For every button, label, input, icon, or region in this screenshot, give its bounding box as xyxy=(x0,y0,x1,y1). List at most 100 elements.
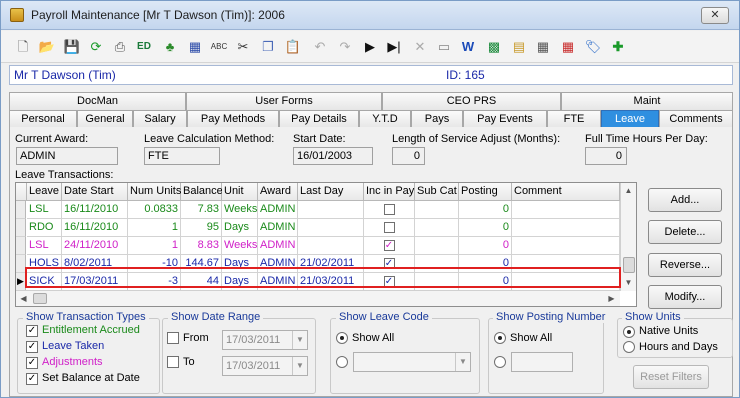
tab-leave[interactable]: Leave xyxy=(601,110,659,128)
cell-num-units[interactable]: 0.0833 xyxy=(128,201,181,219)
inc-in-pay-checkbox[interactable]: ✓ xyxy=(383,275,395,287)
cell-inc-in-pay[interactable]: ✓ xyxy=(364,237,415,255)
column-header-award[interactable]: Award xyxy=(258,183,298,201)
cell-num-units[interactable]: -3 xyxy=(128,273,181,291)
cell-inc-in-pay[interactable] xyxy=(364,219,415,237)
cell-num-units[interactable]: 1 xyxy=(128,219,181,237)
cell-inc-in-pay[interactable]: ✓ xyxy=(364,255,415,273)
date-from-field[interactable]: 17/03/2011 ▼ xyxy=(222,330,308,350)
posting-number-radio[interactable] xyxy=(494,356,506,368)
fte-hours-field[interactable]: 0 xyxy=(585,147,627,165)
leave-code-select-radio[interactable] xyxy=(336,356,348,368)
transaction-type-checkbox[interactable]: ✓ xyxy=(26,373,38,385)
start-date-field[interactable]: 16/01/2003 xyxy=(293,147,373,165)
tab-salary[interactable]: Salary xyxy=(133,110,187,128)
cell-leave[interactable]: LSL xyxy=(27,237,62,255)
notes-icon[interactable]: ▤ xyxy=(510,38,528,56)
inc-in-pay-checkbox[interactable] xyxy=(383,221,395,233)
cell-leave[interactable]: HOLS xyxy=(27,255,62,273)
cell-date-start[interactable]: 17/03/2011 xyxy=(62,273,128,291)
date-to-field[interactable]: 17/03/2011 ▼ xyxy=(222,356,308,376)
cell-sub-cat[interactable] xyxy=(415,219,459,237)
grid-icon[interactable]: ▩ xyxy=(485,38,503,56)
tab-ceo-prs[interactable]: CEO PRS xyxy=(382,92,561,110)
open-folder-icon[interactable]: 📂 xyxy=(38,38,56,56)
cell-last-day[interactable]: 21/03/2011 xyxy=(298,273,364,291)
delete-icon[interactable]: ✕ xyxy=(411,38,429,56)
redo-icon[interactable]: ↷ xyxy=(336,38,354,56)
cell-last-day[interactable] xyxy=(298,237,364,255)
new-document-icon[interactable]: 🗋 xyxy=(14,38,32,56)
inc-in-pay-checkbox[interactable] xyxy=(383,203,395,215)
cell-inc-in-pay[interactable]: ✓ xyxy=(364,273,415,291)
tab-fte[interactable]: FTE xyxy=(547,110,601,128)
cell-balance[interactable]: 7.83 xyxy=(181,201,222,219)
tab-docman[interactable]: DocMan xyxy=(9,92,186,110)
leave-transactions-grid[interactable]: Leave Date Start Num Units Balance Unit … xyxy=(15,182,637,307)
current-award-field[interactable]: ADMIN xyxy=(16,147,118,165)
tab-user-forms[interactable]: User Forms xyxy=(186,92,382,110)
column-header-unit[interactable]: Unit xyxy=(222,183,258,201)
undo-icon[interactable]: ↶ xyxy=(311,38,329,56)
preview-icon[interactable]: ▭ xyxy=(435,38,453,56)
leave-code-select[interactable]: ▼ xyxy=(353,352,471,372)
cell-unit[interactable]: Weeks xyxy=(222,237,258,255)
tag-icon[interactable]: 🏷 xyxy=(584,38,602,56)
cell-comment[interactable] xyxy=(512,273,620,291)
cell-num-units[interactable]: -10 xyxy=(128,255,181,273)
cell-sub-cat[interactable] xyxy=(415,255,459,273)
column-header-posting[interactable]: Posting xyxy=(459,183,512,201)
calendar-icon[interactable]: ▦ xyxy=(534,38,552,56)
horizontal-scroll-thumb[interactable] xyxy=(33,293,47,304)
play-to-end-icon[interactable]: ▶| xyxy=(385,38,403,56)
cell-date-start[interactable]: 16/11/2010 xyxy=(62,219,128,237)
column-header-inc-in-pay[interactable]: Inc in Pay xyxy=(364,183,415,201)
scroll-left-icon[interactable]: ◀ xyxy=(16,291,31,306)
column-header-balance[interactable]: Balance xyxy=(181,183,223,201)
tab-pay-details[interactable]: Pay Details xyxy=(279,110,359,128)
tab-pays[interactable]: Pays xyxy=(411,110,463,128)
cell-posting[interactable]: 0 xyxy=(459,237,512,255)
chevron-down-icon[interactable]: ▼ xyxy=(292,331,307,349)
cell-sub-cat[interactable] xyxy=(415,201,459,219)
cell-balance[interactable]: 144.67 xyxy=(181,255,222,273)
cell-date-start[interactable]: 16/11/2010 xyxy=(62,201,128,219)
cell-award[interactable]: ADMIN xyxy=(258,273,298,291)
cell-balance[interactable]: 44 xyxy=(181,273,222,291)
inc-in-pay-checkbox[interactable]: ✓ xyxy=(383,257,395,269)
row-indicator[interactable] xyxy=(16,255,26,273)
posting-number-field[interactable] xyxy=(511,352,573,372)
modify-button[interactable]: Modify... xyxy=(648,285,722,309)
refresh-icon[interactable]: ⟳ xyxy=(87,38,105,56)
tab-ytd[interactable]: Y.T.D xyxy=(359,110,411,128)
cell-comment[interactable] xyxy=(512,237,620,255)
paste-icon[interactable]: 📋 xyxy=(284,38,302,56)
cell-sub-cat[interactable] xyxy=(415,273,459,291)
chevron-down-icon[interactable]: ▼ xyxy=(292,357,307,375)
add-icon[interactable]: ✚ xyxy=(609,38,627,56)
cell-last-day[interactable] xyxy=(298,201,364,219)
cell-unit[interactable]: Days xyxy=(222,219,258,237)
cell-posting[interactable]: 0 xyxy=(459,201,512,219)
scroll-right-icon[interactable]: ▶ xyxy=(604,291,619,306)
leave-code-show-all-radio[interactable] xyxy=(336,332,348,344)
scroll-down-icon[interactable]: ▼ xyxy=(621,275,636,290)
native-units-radio[interactable] xyxy=(623,326,635,338)
row-indicator[interactable]: ▶ xyxy=(16,273,26,291)
print-icon[interactable]: ⎙ xyxy=(111,38,129,56)
close-button[interactable]: ✕ xyxy=(701,7,729,24)
cell-posting[interactable]: 0 xyxy=(459,255,512,273)
tab-pay-methods[interactable]: Pay Methods xyxy=(187,110,279,128)
transaction-type-checkbox[interactable]: ✓ xyxy=(26,341,38,353)
cell-leave[interactable]: LSL xyxy=(27,201,62,219)
cell-unit[interactable]: Days xyxy=(222,273,258,291)
column-header-sub-cat[interactable]: Sub Cat xyxy=(415,183,459,201)
tab-comments[interactable]: Comments xyxy=(659,110,733,128)
copy-icon[interactable]: ❐ xyxy=(259,38,277,56)
column-header-leave[interactable]: Leave xyxy=(27,183,62,201)
delete-button[interactable]: Delete... xyxy=(648,220,722,244)
row-indicator[interactable] xyxy=(16,219,26,237)
cell-leave[interactable]: SICK xyxy=(27,273,62,291)
cell-comment[interactable] xyxy=(512,255,620,273)
vertical-scroll-thumb[interactable] xyxy=(623,257,635,273)
